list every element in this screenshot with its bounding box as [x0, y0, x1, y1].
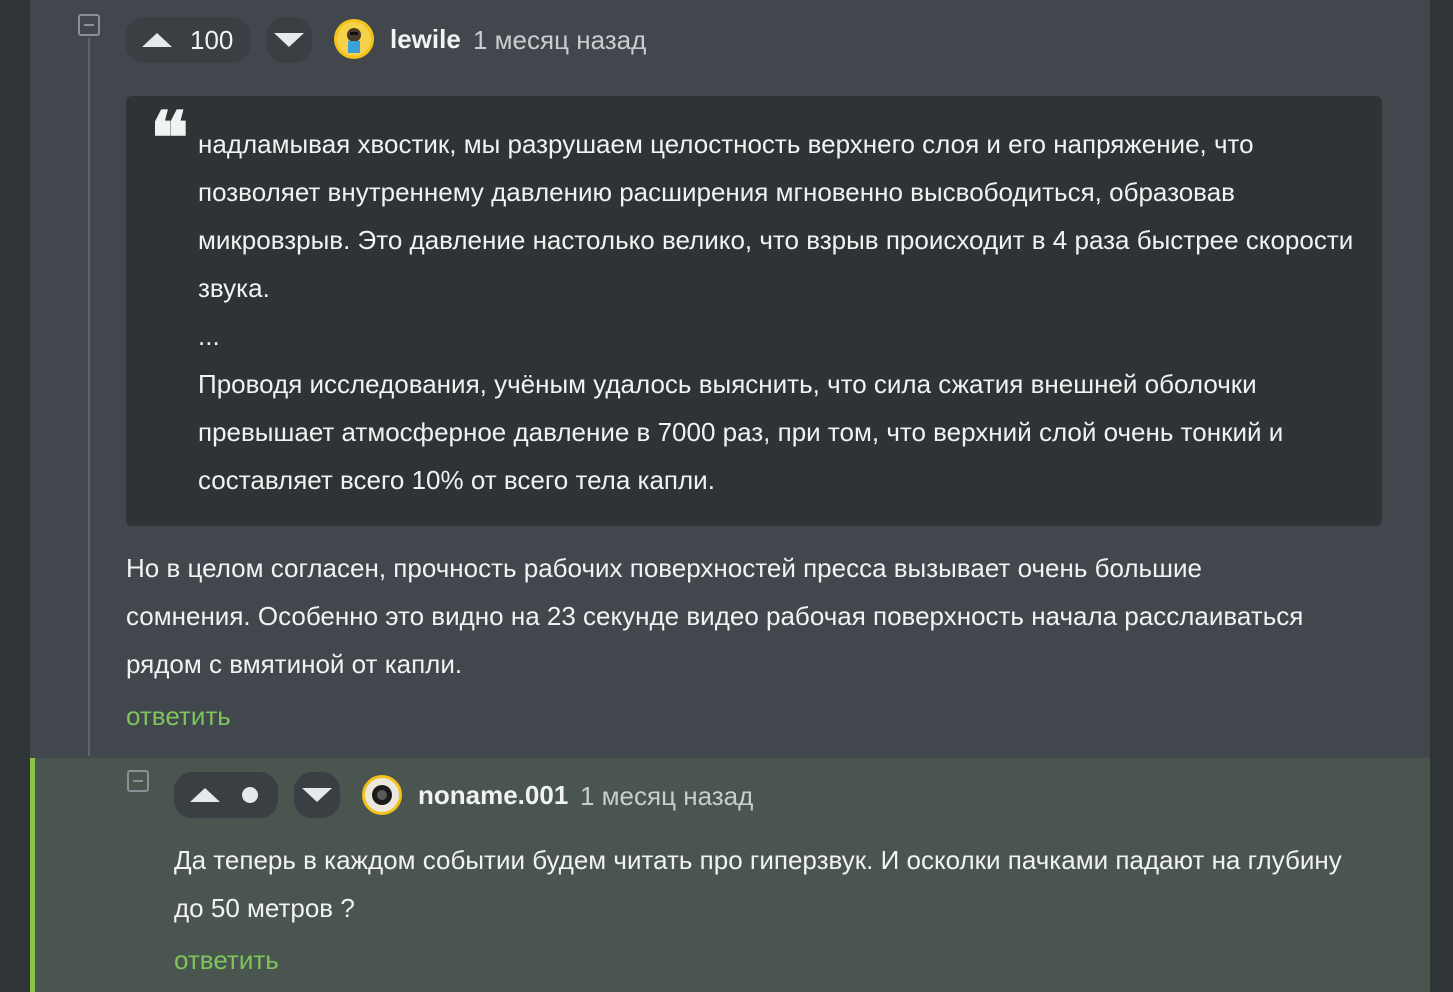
thread-collapse-line[interactable]: [88, 38, 90, 756]
vote-controls: 100: [126, 17, 250, 63]
user-avatar-image: [337, 22, 371, 56]
reply-link[interactable]: ответить: [174, 945, 279, 976]
downvote-button[interactable]: [266, 17, 312, 63]
page-background-left: [0, 0, 30, 992]
comment-timestamp[interactable]: 1 месяц назад: [473, 25, 646, 56]
page-background-right: [1430, 0, 1453, 992]
quote-paragraph: надламывая хвостик, мы разрушаем целостн…: [198, 129, 1354, 303]
comment-paragraph: Да теперь в каждом событии будем читать …: [174, 845, 1342, 923]
minus-icon: [84, 24, 94, 26]
comment-text: Но в целом согласен, прочность рабочих п…: [126, 544, 1326, 688]
username[interactable]: lewile: [390, 24, 461, 55]
quote-icon: ❝: [150, 95, 189, 180]
triangle-down-icon: [274, 33, 304, 47]
downvote-button[interactable]: [294, 772, 340, 818]
collapse-comment-button[interactable]: [78, 14, 100, 36]
minus-icon: [133, 780, 143, 782]
avatar[interactable]: [334, 19, 374, 59]
vote-controls: [174, 772, 278, 818]
quote-paragraph: ...: [198, 321, 220, 351]
reply-link[interactable]: ответить: [126, 701, 231, 732]
comment-text: Да теперь в каждом событии будем читать …: [174, 836, 1369, 932]
nested-thread-indicator: [30, 758, 35, 992]
quote-text: надламывая хвостик, мы разрушаем целостн…: [198, 120, 1368, 504]
user-avatar-image: [365, 778, 399, 812]
triangle-down-icon: [302, 788, 332, 802]
collapse-comment-button[interactable]: [127, 770, 149, 792]
quote-block: ❝ надламывая хвостик, мы разрушаем целос…: [126, 96, 1382, 526]
upvote-button[interactable]: [142, 25, 172, 55]
triangle-up-icon: [190, 788, 220, 802]
comment-timestamp[interactable]: 1 месяц назад: [580, 781, 753, 812]
vote-score: 100: [190, 24, 234, 55]
upvote-button[interactable]: [190, 780, 220, 810]
quote-paragraph: Проводя исследования, учёным удалось выя…: [198, 369, 1284, 495]
neutral-score-dot-icon: [242, 787, 258, 803]
username[interactable]: noname.001: [418, 780, 568, 811]
comment-paragraph: Но в целом согласен, прочность рабочих п…: [126, 553, 1304, 679]
avatar[interactable]: [362, 775, 402, 815]
triangle-up-icon: [142, 33, 172, 47]
